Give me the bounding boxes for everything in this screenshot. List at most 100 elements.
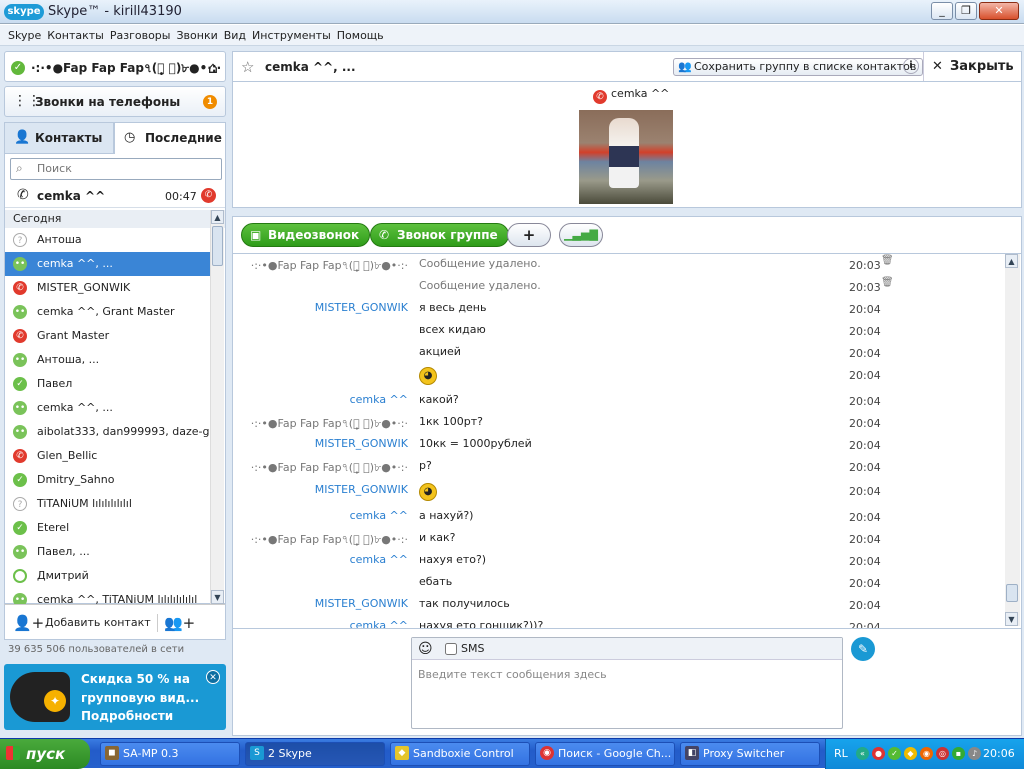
contact-item[interactable]: •• Антоша, ...: [5, 348, 210, 372]
contact-item[interactable]: •• cemka ^^, ...: [5, 252, 210, 276]
active-call-row[interactable]: ✆ cemka ^^ 00:47 ✆: [5, 184, 225, 208]
status-grey-icon: ?: [13, 497, 27, 511]
emoticon-icon[interactable]: ☺: [418, 641, 433, 657]
menu-help[interactable]: Помощь: [334, 25, 387, 46]
menu-skype[interactable]: Skype: [5, 25, 44, 46]
contact-name: Grant Master: [37, 329, 110, 342]
chat-scroll-up[interactable]: ▲: [1005, 254, 1018, 268]
add-button[interactable]: +: [507, 223, 551, 247]
task-chrome[interactable]: ◉ Поиск - Google Ch...: [535, 742, 675, 766]
contact-list-scrollbar[interactable]: ▲ ▼: [210, 210, 224, 604]
maximize-button[interactable]: ❐: [955, 2, 977, 20]
message-sender[interactable]: MISTER_GONWIK: [315, 597, 408, 610]
task-chrome-label: Поиск - Google Ch...: [558, 747, 672, 760]
menu-view[interactable]: Вид: [221, 25, 249, 46]
message-sender[interactable]: cemka ^^: [350, 619, 408, 628]
participant-video[interactable]: [579, 110, 673, 204]
scroll-up-arrow[interactable]: ▲: [211, 210, 224, 224]
contact-item[interactable]: ? TiTANiUM lılılılılılıl: [5, 492, 210, 516]
message-sender[interactable]: cemka ^^: [350, 393, 408, 406]
video-area: ✆ cemka ^^: [232, 82, 1022, 208]
message-sender[interactable]: cemka ^^: [350, 509, 408, 522]
message-input[interactable]: Введите текст сообщения здесь: [418, 668, 607, 681]
calls-to-phones-button[interactable]: ⋮⋮ Звонки на телефоны 1: [4, 86, 226, 117]
tray-arrow-icon[interactable]: «: [856, 747, 869, 760]
contact-item[interactable]: ✓ Eterel: [5, 516, 210, 540]
chat-scroll-thumb[interactable]: [1006, 584, 1018, 602]
search-input[interactable]: [37, 162, 217, 175]
contact-item[interactable]: ✆ Glen_Bellic: [5, 444, 210, 468]
menu-tools[interactable]: Инструменты: [249, 25, 334, 46]
task-sandboxie[interactable]: ◆ Sandboxie Control: [390, 742, 530, 766]
language-indicator[interactable]: RL: [834, 747, 848, 760]
contact-item[interactable]: •• aibolat333, dan999993, daze-go...: [5, 420, 210, 444]
task-skype[interactable]: S 2 Skype: [245, 742, 385, 766]
message-sender[interactable]: MISTER_GONWIK: [315, 301, 408, 314]
add-group-icon[interactable]: 👥+: [157, 614, 195, 632]
menu-conversations[interactable]: Разговоры: [107, 25, 174, 46]
tray-orange-icon[interactable]: ◉: [920, 747, 933, 760]
tray-shield-icon[interactable]: ◆: [904, 747, 917, 760]
menu-calls[interactable]: Звонки: [173, 25, 220, 46]
add-contact-button[interactable]: Добавить контакт: [45, 616, 151, 629]
tray-chrome-icon[interactable]: ◎: [936, 747, 949, 760]
tray-volume-icon[interactable]: ♪: [968, 747, 981, 760]
scroll-thumb[interactable]: [212, 226, 223, 266]
info-icon[interactable]: i: [903, 58, 919, 74]
contact-item[interactable]: ? Антоша: [5, 228, 210, 252]
tab-recent[interactable]: ◷ Последние: [114, 122, 226, 154]
phone-icon: ✆: [17, 187, 29, 203]
trash-icon[interactable]: 🗑: [881, 277, 894, 288]
start-button[interactable]: пуск: [0, 739, 90, 769]
tray-skype-icon[interactable]: ✓: [888, 747, 901, 760]
close-conversation-button[interactable]: ✕ Закрыть: [923, 52, 1021, 81]
task-samp[interactable]: ◼ SA-MP 0.3: [100, 742, 240, 766]
contact-item[interactable]: ✆ MISTER_GONWIK: [5, 276, 210, 300]
minimize-button[interactable]: _: [931, 2, 953, 20]
tray-red-icon[interactable]: ●: [872, 747, 885, 760]
contact-item[interactable]: ✆ Grant Master: [5, 324, 210, 348]
message-sender[interactable]: ·:·•●Fap Fap Fap৭(⃝̣̣̥ ⃝)৮●•·:·: [251, 257, 408, 276]
message-sender[interactable]: ·:·•●Fap Fap Fap৭(⃝̣̣̥ ⃝)৮●•·:·: [251, 415, 408, 434]
message-sender[interactable]: MISTER_GONWIK: [315, 483, 408, 496]
contact-item[interactable]: ✓ Павел: [5, 372, 210, 396]
send-icon[interactable]: ✎: [851, 637, 875, 661]
message-sender[interactable]: MISTER_GONWIK: [315, 437, 408, 450]
hang-up-icon[interactable]: ✆: [201, 188, 216, 203]
contact-item[interactable]: •• cemka ^^, ...: [5, 396, 210, 420]
tab-contacts[interactable]: 👤 Контакты: [4, 122, 114, 154]
message-box[interactable]: ☺ SMS Введите текст сообщения здесь: [411, 637, 843, 729]
promo-banner[interactable]: ✦ Скидка 50 % на групповую вид... Подроб…: [4, 664, 226, 730]
message-sender[interactable]: cemka ^^: [350, 553, 408, 566]
contact-item[interactable]: ✓ Dmitry_Sahno: [5, 468, 210, 492]
promo-details-link[interactable]: Подробности: [81, 709, 173, 723]
close-button[interactable]: ✕: [979, 2, 1019, 20]
message-sender[interactable]: ·:·•●Fap Fap Fap৭(⃝̣̣̥ ⃝)৮●•·:·: [251, 531, 408, 550]
video-call-button[interactable]: ▣ Видеозвонок: [241, 223, 371, 247]
contact-item[interactable]: •• cemka ^^, TiTANiUM lılılılılılıl: [5, 588, 210, 604]
chat-scrollbar[interactable]: ▲ ▼: [1005, 254, 1020, 626]
scroll-down-arrow[interactable]: ▼: [211, 590, 224, 604]
star-icon[interactable]: ☆: [241, 58, 254, 76]
contact-item[interactable]: •• Павел, ...: [5, 540, 210, 564]
add-contact-icon[interactable]: 👤+: [13, 614, 44, 632]
contact-item[interactable]: •• cemka ^^, Grant Master: [5, 300, 210, 324]
chat-scroll-down[interactable]: ▼: [1005, 612, 1018, 626]
chat-history: cemka ^^ нахуя ето гоншик?))? 20:04 MISTER_…: [232, 254, 1022, 629]
call-quality-icon[interactable]: ▁▃▅▇: [559, 223, 603, 247]
promo-close-icon[interactable]: ✕: [206, 670, 220, 684]
group-call-button[interactable]: ✆ Звонок группе: [370, 223, 509, 247]
search-box[interactable]: ⌕: [10, 158, 222, 180]
trash-icon[interactable]: 🗑: [881, 255, 894, 266]
task-proxy[interactable]: ◧ Proxy Switcher: [680, 742, 820, 766]
contact-item[interactable]: Дмитрий: [5, 564, 210, 588]
active-call-name: cemka ^^: [37, 189, 106, 203]
menu-contacts[interactable]: Контакты: [44, 25, 107, 46]
status-selector[interactable]: ✓ ·:·•●Fap Fap Fap৭(⃝̣̣̥ ⃝)৮●•·:· ⌂: [4, 51, 226, 82]
message-sender[interactable]: ·:·•●Fap Fap Fap৭(⃝̣̣̥ ⃝)৮●•·:·: [251, 459, 408, 478]
conversation-title[interactable]: cemka ^^, ...: [265, 60, 356, 74]
save-group-button[interactable]: 👥 Сохранить группу в списке контактов: [673, 58, 924, 76]
home-icon[interactable]: ⌂: [208, 58, 218, 77]
sms-checkbox[interactable]: [445, 643, 457, 655]
tray-network-icon[interactable]: ▪: [952, 747, 965, 760]
